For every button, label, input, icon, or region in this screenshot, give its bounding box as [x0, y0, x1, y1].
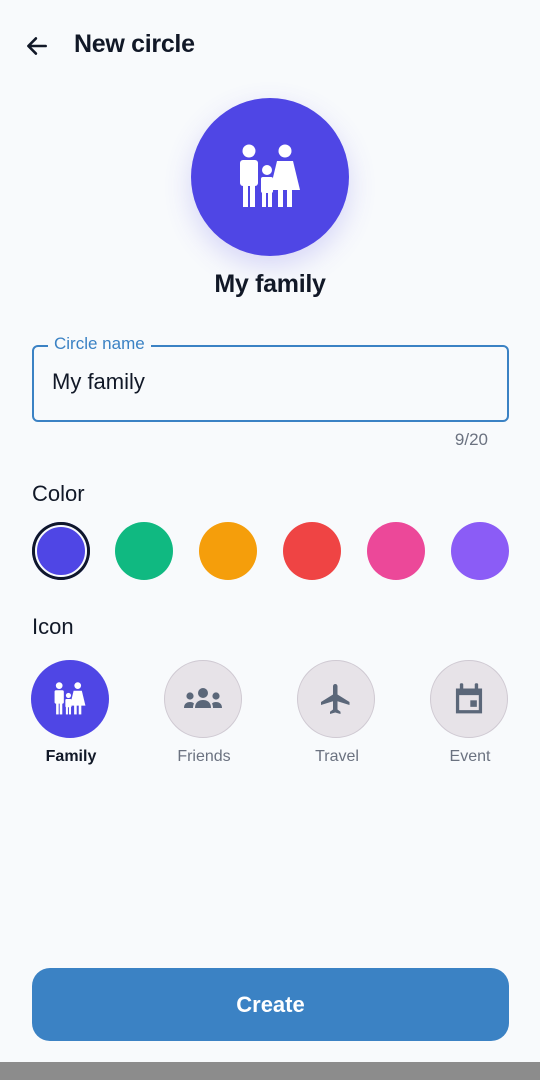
icon-option-family[interactable]: Family [31, 660, 111, 770]
color-swatch-indigo[interactable] [32, 522, 90, 580]
create-button[interactable]: Create [32, 968, 509, 1041]
icon-option-label: Event [449, 748, 491, 765]
family-icon [54, 682, 86, 715]
icon-option-event[interactable]: Event [430, 660, 510, 770]
color-section-label: Color [32, 481, 85, 506]
new-circle-screen: New circle My family Circle name My fami… [0, 0, 540, 1080]
color-swatch-amber[interactable] [199, 522, 257, 580]
circle-name-field[interactable]: Circle name [32, 334, 509, 422]
arrow-left-icon [27, 37, 47, 55]
circle-name-input[interactable] [52, 369, 492, 395]
circle-avatar-preview [191, 98, 349, 256]
icon-option-circle [31, 660, 109, 738]
icon-section-label: Icon [32, 614, 74, 639]
airplane-icon [321, 684, 350, 714]
top-app-bar: New circle [0, 0, 540, 90]
color-swatch-pink[interactable] [367, 522, 425, 580]
calendar-icon [455, 683, 483, 714]
icon-option-label: Family [45, 748, 97, 765]
icon-option-friends[interactable]: Friends [164, 660, 244, 770]
system-navigation-bar [0, 1062, 540, 1080]
avatar-name: My family [214, 270, 326, 298]
icon-option-travel[interactable]: Travel [297, 660, 377, 770]
icon-option-circle [430, 660, 508, 738]
icon-option-circle [297, 660, 375, 738]
icon-option-circle [164, 660, 242, 738]
color-swatch-red[interactable] [283, 522, 341, 580]
color-swatch-green[interactable] [115, 522, 173, 580]
icon-option-label: Travel [315, 748, 359, 765]
character-counter: 9/20 [454, 430, 488, 449]
icon-option-label: Friends [177, 748, 231, 765]
page-title: New circle [74, 30, 195, 58]
groups-icon [184, 688, 222, 708]
color-swatch-violet[interactable] [451, 522, 509, 580]
family-icon [240, 144, 300, 207]
back-button[interactable] [14, 26, 60, 66]
circle-name-label: Circle name [48, 334, 151, 354]
